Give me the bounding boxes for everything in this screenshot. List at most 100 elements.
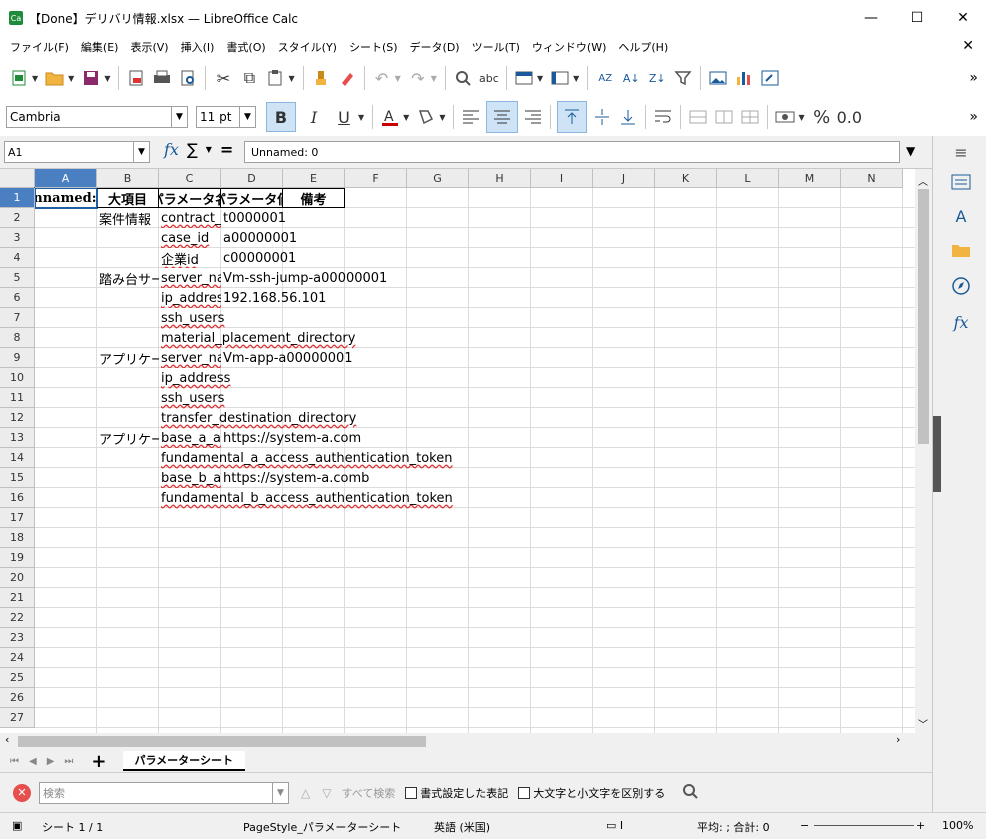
chevron-down-icon[interactable]: ▼ [272, 782, 288, 803]
column-header-j[interactable]: J [593, 169, 655, 188]
sort-descending-icon[interactable]: Z↓ [646, 64, 668, 92]
clear-formatting-icon[interactable] [336, 64, 358, 92]
functions-icon[interactable]: fx [949, 310, 973, 334]
cell-d15[interactable]: https://system-a.comb [221, 468, 369, 488]
column-header-c[interactable]: C [159, 169, 221, 188]
column-header-m[interactable]: M [779, 169, 841, 188]
menu-data[interactable]: データ(D) [404, 39, 466, 55]
cell-b2[interactable]: 案件情報 [97, 208, 159, 228]
cell-d9[interactable]: Vm-app-a00000001 [221, 348, 353, 368]
scroll-right-icon[interactable]: › [896, 733, 900, 746]
column-header-h[interactable]: H [469, 169, 531, 188]
column-header-l[interactable]: L [717, 169, 779, 188]
cell-c7[interactable]: ssh_users [159, 308, 224, 328]
row-header-9[interactable]: 9 [0, 348, 35, 368]
align-left-icon[interactable] [460, 103, 482, 131]
row-header-19[interactable]: 19 [0, 548, 35, 568]
row-header-1[interactable]: 1 [0, 188, 35, 208]
cell-b5[interactable]: 踏み台サーバ [97, 268, 159, 288]
find-all-button[interactable]: すべて検索 [341, 785, 395, 801]
row-header-18[interactable]: 18 [0, 528, 35, 548]
column-icon[interactable] [549, 64, 571, 92]
export-pdf-icon[interactable] [125, 64, 147, 92]
save-icon[interactable] [80, 64, 102, 92]
close-find-icon[interactable]: ✕ [13, 783, 31, 802]
sum-dropdown-icon[interactable]: ▼ [206, 145, 212, 154]
navigator-icon[interactable] [949, 274, 973, 298]
next-sheet-icon[interactable]: ▶ [47, 756, 55, 767]
styles-icon[interactable]: A [949, 204, 973, 228]
menu-insert[interactable]: 挿入(I) [175, 39, 221, 55]
italic-button[interactable]: I [300, 103, 328, 131]
column-header-k[interactable]: K [655, 169, 717, 188]
row-header-15[interactable]: 15 [0, 468, 35, 488]
sidebar-collapse-handle[interactable] [933, 416, 941, 492]
scroll-left-icon[interactable]: ‹ [5, 733, 9, 746]
menu-file[interactable]: ファイル(F) [4, 39, 75, 55]
align-top-icon[interactable] [557, 101, 588, 133]
font-name-select[interactable]: Cambria ▼ [6, 106, 188, 128]
chevron-down-icon[interactable]: ▼ [239, 107, 255, 127]
sort-icon[interactable]: AZ [594, 64, 616, 92]
function-wizard-icon[interactable]: fx [164, 140, 179, 159]
cell-c5[interactable]: server_name [159, 268, 221, 288]
underline-dropdown-icon[interactable]: ▼ [358, 113, 364, 122]
row-icon[interactable] [513, 64, 535, 92]
checkbox-box[interactable] [518, 786, 531, 799]
font-color-dropdown-icon[interactable]: ▼ [403, 113, 409, 122]
cell-e1[interactable]: 備考 [283, 188, 345, 208]
column-header-i[interactable]: I [531, 169, 593, 188]
column-header-e[interactable]: E [283, 169, 345, 188]
redo-icon[interactable]: ↷ [407, 64, 429, 92]
close-button[interactable]: ✕ [940, 0, 986, 36]
menu-tools[interactable]: ツール(T) [466, 39, 526, 55]
vertical-scroll-thumb[interactable] [918, 189, 929, 444]
page-style[interactable]: PageStyle_パラメーターシート [243, 819, 401, 835]
row-header-7[interactable]: 7 [0, 308, 35, 328]
spelling-icon[interactable]: abc [478, 64, 500, 92]
cell-c10[interactable]: ip_address [159, 368, 230, 388]
horizontal-scroll-thumb[interactable] [18, 736, 426, 747]
copy-icon[interactable]: ⧉ [238, 64, 260, 92]
center-vertically-icon[interactable] [591, 103, 613, 131]
formula-icon[interactable]: = [220, 140, 233, 159]
column-header-g[interactable]: G [407, 169, 469, 188]
row-dropdown-icon[interactable]: ▼ [537, 74, 543, 83]
select-all-corner[interactable] [0, 169, 35, 188]
horizontal-scrollbar[interactable]: ‹ › [0, 733, 932, 750]
row-header-14[interactable]: 14 [0, 448, 35, 468]
currency-dropdown-icon[interactable]: ▼ [798, 113, 804, 122]
zoom-level[interactable]: 100% [942, 819, 973, 832]
find-replace-icon[interactable] [681, 782, 699, 804]
clone-formatting-icon[interactable] [310, 64, 332, 92]
cell-d5[interactable]: Vm-ssh-jump-a00000001 [221, 268, 387, 288]
menu-edit[interactable]: 編集(E) [75, 39, 125, 55]
add-sheet-icon[interactable]: + [91, 751, 106, 772]
cell-d13[interactable]: https://system-a.com [221, 428, 361, 448]
cell-b13[interactable]: アプリケーション [97, 428, 159, 448]
menu-format[interactable]: 書式(O) [220, 39, 271, 55]
row-header-21[interactable]: 21 [0, 588, 35, 608]
expand-formula-bar-icon[interactable]: ▼ [906, 144, 915, 158]
cell-d2[interactable]: t0000001 [221, 208, 286, 228]
row-header-26[interactable]: 26 [0, 688, 35, 708]
cell-c4[interactable]: 企業id [159, 248, 221, 268]
align-right-icon[interactable] [522, 103, 544, 131]
menu-view[interactable]: 表示(V) [124, 39, 174, 55]
cell-c2[interactable]: contract_id [159, 208, 221, 228]
new-document-icon[interactable] [8, 64, 30, 92]
find-replace-icon[interactable] [452, 64, 474, 92]
cell-a1[interactable]: Unnamed: 0 [34, 187, 98, 209]
cut-icon[interactable]: ✂ [212, 64, 234, 92]
insert-chart-icon[interactable] [733, 64, 755, 92]
find-previous-icon[interactable]: △ [301, 786, 310, 800]
cell-c15[interactable]: base_b_api_url [159, 468, 221, 488]
undo-icon[interactable]: ↶ [371, 64, 393, 92]
insert-image-icon[interactable] [707, 64, 729, 92]
language[interactable]: 英語 (米国) [434, 819, 490, 835]
cell-c16[interactable]: fundamental_b_access_authentication_toke… [159, 488, 453, 508]
name-box[interactable]: A1 ▼ [4, 141, 150, 163]
find-input[interactable]: 検索 ▼ [39, 781, 289, 804]
open-dropdown-icon[interactable]: ▼ [68, 74, 74, 83]
cell-d4[interactable]: c00000001 [221, 248, 296, 268]
